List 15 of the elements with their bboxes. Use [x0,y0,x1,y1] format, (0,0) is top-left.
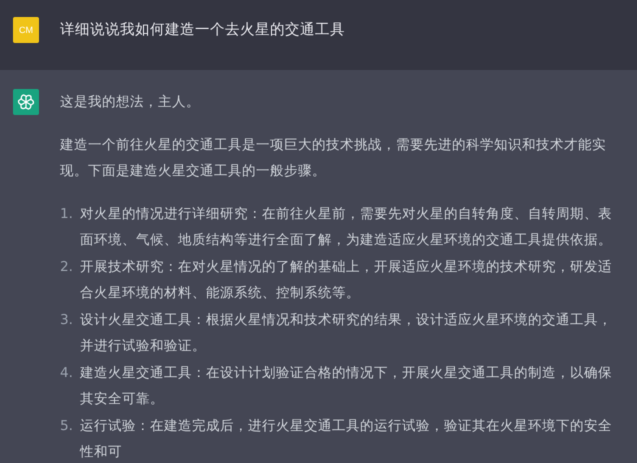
assistant-paragraph: 这是我的想法，主人。 [60,93,201,112]
user-avatar: CM [13,17,39,43]
list-number: 2. [60,258,74,276]
list-item-text: 运行试验：在建造完成后，进行火星交通工具的运行试验，验证其在火星环境下的安全性和可 [80,416,613,462]
list-number: 3. [60,310,74,330]
list-item-text: 开展技术研究：在对火星情况的了解的基础上，开展适应火星环境的技术研究，研发适合火星环境的材料、能源系统、控制系统等。 [80,258,613,303]
list-item-text: 设计火星交通工具：根据火星情况和技术研究的结果，设计适应火星环境的交通工具，并进行试验和验证。 [80,310,613,356]
list-item-text: 建造火星交通工具：在设计计划验证合格的情况下，开展火星交通工具的制造，以确保其安全可靠。 [80,364,613,409]
list-number: 1. [60,204,74,224]
user-message: 详细说说我如何建造一个去火星的交通工具 [60,20,345,40]
list-number: 4. [60,364,74,382]
assistant-logo-icon [13,89,39,115]
assistant-paragraph: 建造一个前往火星的交通工具是一项巨大的技术挑战，需要先进的科学知识和技术才能实现。下面是建造火星交通工具的一般步骤。 [60,136,607,181]
list-number: 5. [60,416,74,436]
list-item-text: 对火星的情况进行详细研究：在前往火星前，需要先对火星的自转角度、自转周期、表面环境、气候、地质结构等进行全面了解，为建造适应火星环境的交通工具提供依据。 [80,204,613,250]
